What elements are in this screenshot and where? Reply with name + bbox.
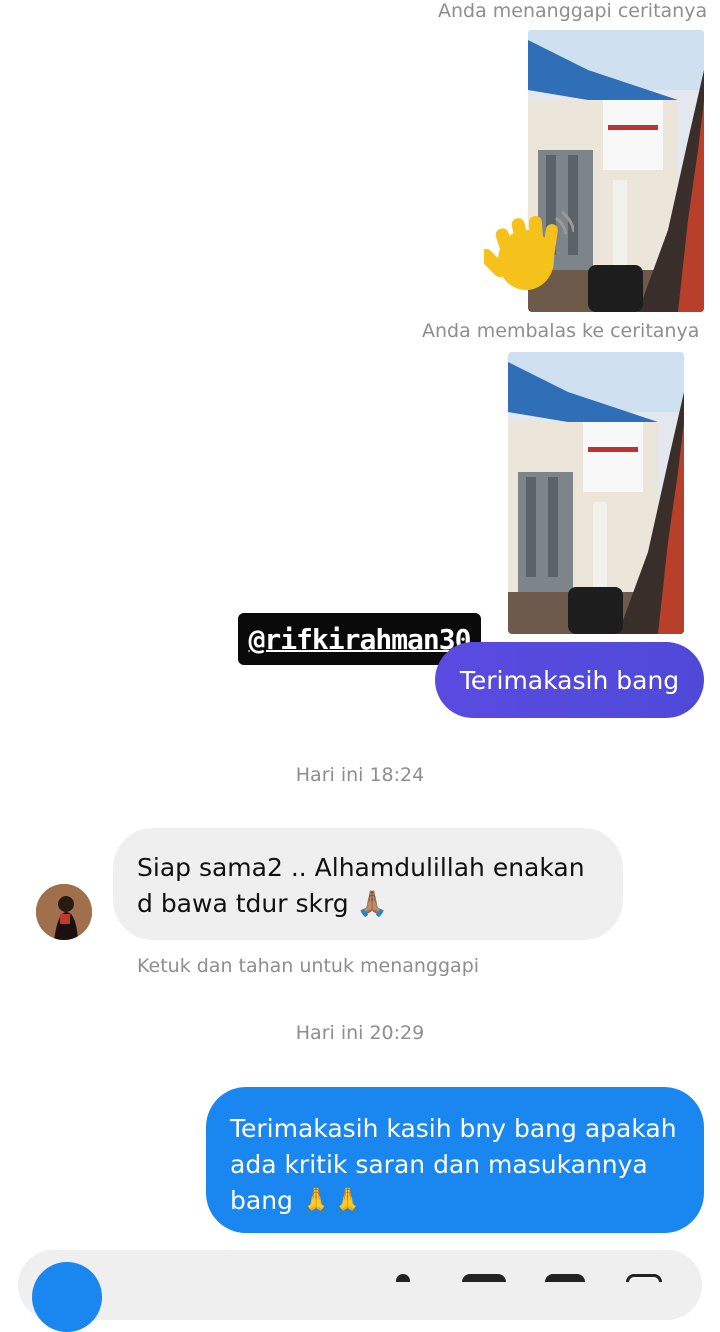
outgoing-bubble-reply-text: Terimakasih bang [459,665,680,695]
story-image-2 [508,352,684,634]
replied-story-label: Anda membalas ke ceritanya [422,320,700,342]
outgoing-bubble-text: Terimakasih kasih bny bang apakah ada kr… [230,1114,677,1215]
outgoing-bubble-reply[interactable]: Terimakasih bang [435,642,704,718]
avatar-image [36,884,92,940]
sticker-icon[interactable] [545,1274,585,1282]
reacted-story-label: Anda menanggapi ceritanya [438,0,708,22]
mic-icon[interactable] [396,1274,410,1282]
outgoing-bubble[interactable]: Terimakasih kasih bny bang apakah ada kr… [206,1087,704,1233]
gallery-icon[interactable] [462,1274,506,1282]
story-thumbnail-2[interactable] [508,352,684,634]
incoming-bubble-text: Siap sama2 .. Alhamdulillah enakan d baw… [137,853,585,918]
user-avatar[interactable] [36,884,92,940]
waving-hand-icon [478,208,576,300]
incoming-bubble[interactable]: Siap sama2 .. Alhamdulillah enakan d baw… [113,828,623,940]
message-composer[interactable] [18,1250,702,1320]
timestamp-2: Hari ini 20:29 [295,1022,425,1044]
emoji-icon[interactable] [626,1274,662,1282]
tap-hold-hint: Ketuk dan tahan untuk menanggapi [137,955,480,977]
timestamp-1: Hari ini 18:24 [295,764,425,786]
mention-text: @rifkirahman30 [248,622,471,656]
camera-button[interactable] [32,1262,102,1332]
